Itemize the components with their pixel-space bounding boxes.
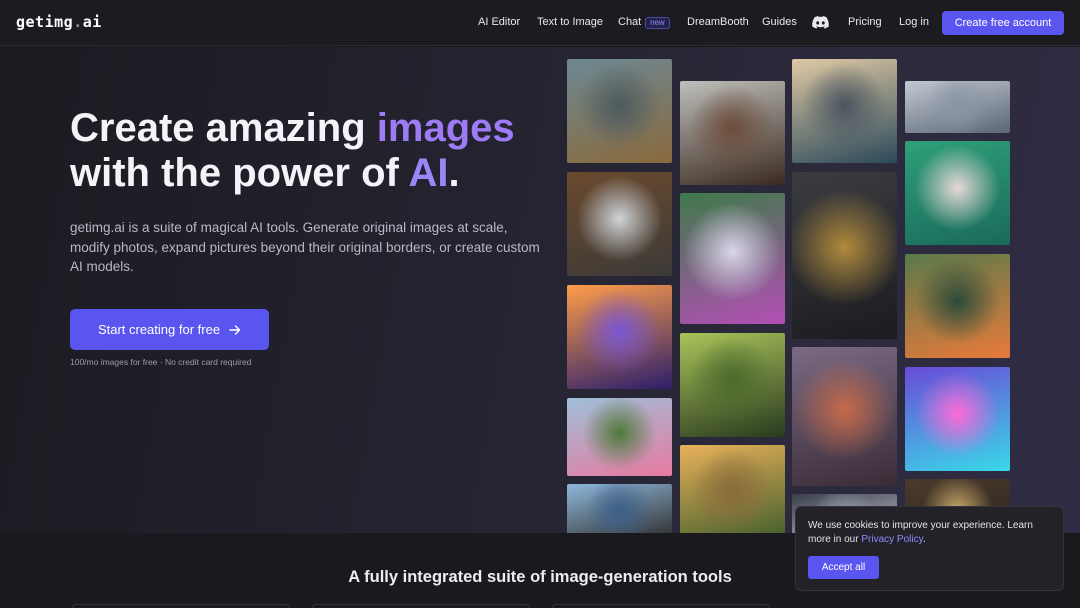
feature-card[interactable] [552, 604, 770, 608]
arrow-right-icon [229, 322, 241, 338]
headline-highlight-images: images [376, 106, 515, 150]
pyramid-image [680, 445, 785, 533]
nav-link-dreambooth[interactable]: DreamBooth [687, 16, 749, 28]
free-note: 100/mo images for free · No credit card … [70, 357, 252, 367]
portrait-man-image [567, 59, 672, 163]
golden-skull-image [792, 172, 897, 339]
cookie-banner: We use cookies to improve your experienc… [795, 506, 1064, 591]
nav-link-chat[interactable]: Chat [618, 16, 641, 28]
anime-girl-image [905, 141, 1010, 245]
bedroom-cabin-image [567, 172, 672, 276]
nav-link-login[interactable]: Log in [899, 16, 929, 28]
privacy-policy-link[interactable]: Privacy Policy [861, 534, 923, 545]
start-creating-label: Start creating for free [97, 322, 221, 337]
headline-highlight-ai: AI [408, 151, 449, 195]
new-badge: new [645, 17, 670, 29]
koi-pond-image [905, 254, 1010, 358]
start-creating-button[interactable]: Start creating for free [70, 309, 269, 350]
roses-garden-image [567, 398, 672, 476]
rider-horse-image [567, 484, 672, 533]
hero-description: getimg.ai is a suite of magical AI tools… [70, 220, 540, 274]
feature-card[interactable] [72, 604, 290, 608]
logo-tld: ai [82, 13, 102, 31]
nav-link-text-to-image[interactable]: Text to Image [537, 16, 603, 28]
headline-period: . [448, 151, 460, 195]
meadow-tree-image [680, 333, 785, 437]
hero-headline: Create amazing images with the power of … [70, 106, 590, 196]
logo[interactable]: getimg.ai [16, 13, 102, 31]
cosmic-cat-image [567, 285, 672, 389]
nav-link-pricing[interactable]: Pricing [848, 16, 882, 28]
discord-icon[interactable] [812, 16, 829, 29]
create-account-button[interactable]: Create free account [942, 11, 1064, 35]
mushroom-forest-image [792, 347, 897, 486]
hamster-neon-image [905, 367, 1010, 471]
headline-part: Create amazing [70, 106, 377, 150]
clouds-image [905, 81, 1010, 133]
stormy-sea-image [792, 59, 897, 163]
nav-link-guides[interactable]: Guides [762, 16, 797, 28]
top-navbar: getimg.ai AI Editor Text to Image Chat n… [0, 0, 1080, 46]
cookie-period: . [922, 534, 926, 545]
nav-link-ai-editor[interactable]: AI Editor [478, 16, 520, 28]
accept-all-button[interactable]: Accept all [808, 556, 879, 579]
hero-section: Create amazing images with the power of … [0, 47, 1080, 533]
logo-text: getimg [16, 13, 74, 31]
flower-goddess-image [680, 193, 785, 324]
curly-man-image [680, 81, 785, 185]
cookie-text: We use cookies to improve your experienc… [808, 519, 1053, 547]
feature-card[interactable] [312, 604, 530, 608]
headline-part: with the power of [70, 151, 409, 195]
logo-dot: . [73, 13, 83, 31]
